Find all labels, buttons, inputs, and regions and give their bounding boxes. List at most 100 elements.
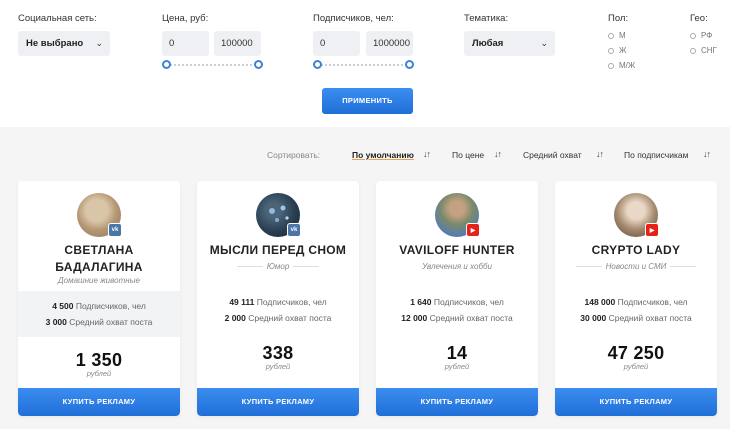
card-topic-text: Юмор: [266, 262, 290, 271]
card-stats: 148 000 Подписчиков, чел 30 000 Средний …: [555, 287, 717, 333]
subscribers-caption: Подписчиков, чел: [256, 297, 327, 307]
vk-icon: vk: [287, 223, 301, 237]
sort-bar: Сортировать: По умолчанию ↓↑ По цене ↓↑ …: [0, 149, 730, 162]
subscribers-caption: Подписчиков, чел: [75, 301, 146, 311]
card-stats: 4 500 Подписчиков, чел 3 000 Средний охв…: [18, 291, 180, 337]
topic-value: Любая: [472, 38, 504, 49]
geo-option-label: СНГ: [701, 46, 717, 55]
geo-option-label: РФ: [701, 31, 713, 40]
buy-ad-button[interactable]: КУПИТЬ РЕКЛАМУ: [376, 388, 538, 416]
reach-value: 3 000: [45, 317, 67, 327]
divider: [293, 266, 320, 268]
blogger-card: vk МЫСЛИ ПЕРЕД СНОМ Юмор 49 111 Подписчи…: [197, 181, 359, 416]
subscribers-range-track: [317, 64, 410, 66]
sort-arrows-icon[interactable]: ↓↑: [423, 149, 431, 159]
subscribers-range-max-handle[interactable]: [405, 60, 414, 69]
topic-label: Тематика:: [464, 13, 509, 24]
card-title[interactable]: СВЕТЛАНА БАДАЛАГИНА: [18, 242, 180, 276]
radio-circle-icon: [690, 32, 696, 39]
card-price: 338: [262, 343, 294, 363]
subscribers-value: 148 000: [584, 297, 616, 307]
social-network-select[interactable]: Не выбрано ⌄: [18, 31, 110, 56]
card-title-line: БАДАЛАГИНА: [55, 260, 143, 274]
vk-icon: vk: [108, 223, 122, 237]
card-stats: 49 111 Подписчиков, чел 2 000 Средний ох…: [197, 287, 359, 333]
subscribers-min-input[interactable]: 0: [313, 31, 360, 56]
divider: [670, 266, 697, 268]
price-range-max-handle[interactable]: [254, 60, 263, 69]
subscribers-value: 1 640: [410, 297, 432, 307]
sort-arrows-icon[interactable]: ↓↑: [703, 149, 711, 159]
gender-radio-mf[interactable]: М/Ж: [608, 61, 635, 70]
geo-radio-rf[interactable]: РФ: [690, 31, 712, 40]
apply-button[interactable]: ПРИМЕНИТЬ: [322, 88, 413, 114]
radio-circle-icon: [608, 32, 614, 39]
price-range-min-handle[interactable]: [162, 60, 171, 69]
youtube-icon: ▶: [466, 223, 480, 237]
reach-value: 30 000: [580, 313, 607, 323]
social-network-value: Не выбрано: [26, 38, 84, 49]
card-price: 1 350: [75, 350, 123, 370]
sort-option-subscribers[interactable]: По подписчикам: [624, 150, 688, 160]
price-max-input[interactable]: 100000: [214, 31, 261, 56]
buy-ad-button[interactable]: КУПИТЬ РЕКЛАМУ: [555, 388, 717, 416]
sort-option-price[interactable]: По цене: [452, 150, 484, 160]
subscribers-caption: Подписчиков, чел: [433, 297, 504, 307]
card-currency: рублей: [265, 362, 291, 371]
card-currency: рублей: [623, 362, 649, 371]
gender-label: Пол:: [608, 13, 629, 24]
card-topic-text: Новости и СМИ: [605, 262, 667, 271]
card-currency: рублей: [444, 362, 470, 371]
reach-caption: Средний охват поста: [69, 317, 153, 327]
buy-ad-button[interactable]: КУПИТЬ РЕКЛАМУ: [197, 388, 359, 416]
card-price: 14: [446, 343, 468, 363]
card-title[interactable]: VAVILOFF HUNTER: [376, 242, 538, 259]
radio-circle-icon: [608, 47, 614, 54]
reach-value: 2 000: [224, 313, 246, 323]
subscribers-label: Подписчиков, чел:: [313, 13, 394, 24]
gender-option-label: М/Ж: [619, 61, 636, 70]
subscribers-value: 4 500: [52, 301, 74, 311]
filter-panel: Социальная сеть: Не выбрано ⌄ Цена, руб:…: [0, 0, 730, 127]
social-network-label: Социальная сеть:: [18, 13, 97, 24]
price-range-track: [166, 64, 259, 66]
card-topic: Увлечения и хобби: [422, 262, 492, 271]
sort-label: Сортировать:: [267, 150, 321, 160]
card-title[interactable]: МЫСЛИ ПЕРЕД СНОМ: [197, 242, 359, 259]
sort-arrows-icon[interactable]: ↓↑: [596, 149, 604, 159]
reach-caption: Средний охват поста: [429, 313, 513, 323]
youtube-icon: ▶: [645, 223, 659, 237]
gender-radio-f[interactable]: Ж: [608, 46, 626, 55]
divider: [575, 266, 602, 268]
sort-option-reach[interactable]: Средний охват: [523, 150, 582, 160]
card-title-line: СВЕТЛАНА: [64, 243, 134, 257]
subscribers-range-min-handle[interactable]: [313, 60, 322, 69]
price-label: Цена, руб:: [162, 13, 209, 24]
chevron-down-icon: ⌄: [95, 38, 103, 48]
reach-caption: Средний охват поста: [248, 313, 332, 323]
sort-arrows-icon[interactable]: ↓↑: [494, 149, 502, 159]
card-topic: Юмор: [197, 262, 359, 271]
price-min-input[interactable]: 0: [162, 31, 209, 56]
divider: [236, 266, 263, 268]
reach-value: 12 000: [401, 313, 428, 323]
subscribers-max-input[interactable]: 1000000: [366, 31, 413, 56]
geo-label: Гео:: [690, 13, 708, 24]
subscribers-caption: Подписчиков, чел: [617, 297, 688, 307]
gender-radio-m[interactable]: М: [608, 31, 626, 40]
subscribers-range-slider[interactable]: [313, 60, 414, 70]
card-topic: Домашние животные: [58, 276, 140, 285]
sort-option-default[interactable]: По умолчанию: [352, 150, 414, 160]
card-currency: рублей: [86, 369, 112, 378]
geo-radio-cis[interactable]: СНГ: [690, 46, 717, 55]
topic-select[interactable]: Любая ⌄: [464, 31, 555, 56]
buy-ad-button[interactable]: КУПИТЬ РЕКЛАМУ: [18, 388, 180, 416]
card-topic: Новости и СМИ: [555, 262, 717, 271]
card-title[interactable]: CRYPTO LADY: [555, 242, 717, 259]
blogger-card: ▶ CRYPTO LADY Новости и СМИ 148 000 Подп…: [555, 181, 717, 416]
price-range-slider[interactable]: [162, 60, 263, 70]
radio-circle-icon: [608, 62, 614, 69]
radio-circle-icon: [690, 47, 696, 54]
gender-option-label: Ж: [619, 46, 627, 55]
card-price: 47 250: [607, 343, 665, 363]
